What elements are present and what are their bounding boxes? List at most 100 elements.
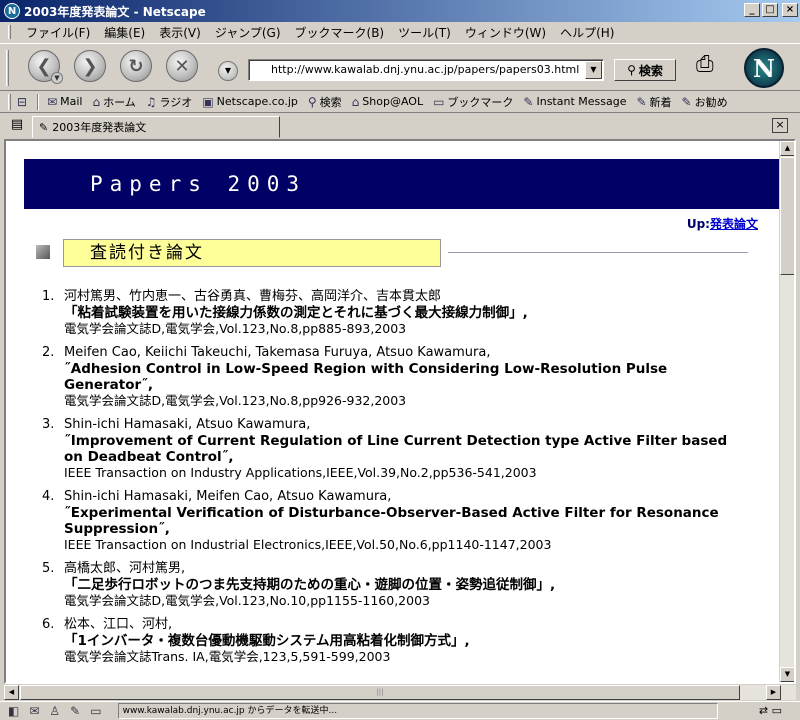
list-item: 1. 河村篤男、竹内恵一、古谷勇真、曹梅芬、高岡洋介、吉本貫太郎 「粘着試験装置… <box>28 289 748 337</box>
composer-icon[interactable]: ✎ <box>70 704 80 718</box>
list-item: 2. Meifen Cao, Keiichi Takeuchi, Takemas… <box>28 345 748 409</box>
mail-icon: ✉ <box>47 94 58 109</box>
scroll-down-button[interactable]: ▼ <box>780 667 794 682</box>
personal-item-instant-message[interactable]: ✎ Instant Message <box>523 95 626 109</box>
section-heading: 査読付き論文 <box>63 239 441 267</box>
back-button[interactable]: ❮ ▼ <box>28 50 63 84</box>
list-item: 3. Shin-ichi Hamasaki, Atsuo Kawamura, ˝… <box>28 417 748 481</box>
menu-edit[interactable]: 編集(E) <box>97 24 152 41</box>
scroll-up-button[interactable]: ▲ <box>780 141 794 156</box>
list-item: 6. 松本、江口、河村, 「1インバータ・複数台優動機駆動システム用高粘着化制御… <box>28 617 748 665</box>
item-number: 5. <box>42 561 55 576</box>
personal-item-mail[interactable]: ✉ Mail <box>47 95 82 109</box>
window-title: 2003年度発表論文 - Netscape <box>24 4 206 19</box>
personal-item-radio[interactable]: ♫ ラジオ <box>146 94 193 110</box>
paper-title: 「1インバータ・複数台優動機駆動システム用高粘着化制御方式」, <box>64 633 470 649</box>
paper-authors: 河村篤男、竹内恵一、古谷勇真、曹梅芬、高岡洋介、吉本貫太郎 <box>64 289 442 304</box>
personal-item-bookmarks[interactable]: ▭ ブックマーク <box>433 94 513 110</box>
link-icon: ✎ <box>681 94 692 109</box>
menu-file[interactable]: ファイル(F) <box>19 24 97 41</box>
paper-authors: 松本、江口、河村, <box>64 617 173 632</box>
search-button[interactable]: ⚲ 検索 <box>614 59 676 81</box>
personal-item-new[interactable]: ✎ 新着 <box>636 94 671 110</box>
scroll-left-button[interactable]: ◀ <box>4 685 19 700</box>
item-number: 4. <box>42 489 55 504</box>
personal-item-recommended[interactable]: ✎ お勧め <box>682 94 728 110</box>
sidebar-toggle-button[interactable]: ⊟ <box>17 95 27 109</box>
up-link[interactable]: 発表論文 <box>710 217 758 231</box>
scroll-right-button[interactable]: ▶ <box>766 685 781 700</box>
paper-venue: 電気学会論文誌Trans. IA,電気学会,123,5,591-599,2003 <box>64 649 391 664</box>
list-item: 5. 高橋太郎、河村篤男, 「二足歩行ロボットのつま先支持期のための重心・遊脚の… <box>28 561 748 609</box>
new-tab-icon[interactable]: ▤ <box>8 117 26 135</box>
menu-help[interactable]: ヘルプ(H) <box>553 24 621 41</box>
maximize-button[interactable]: □ <box>762 3 778 17</box>
tab-current[interactable]: ✎ 2003年度発表論文 <box>32 116 280 138</box>
up-label: Up: <box>686 217 710 231</box>
forward-button[interactable]: ❯ <box>74 50 106 82</box>
personal-item-netscape[interactable]: ▣ Netscape.co.jp <box>202 95 298 109</box>
item-number: 1. <box>42 289 55 304</box>
paper-authors: 高橋太郎、河村篤男, <box>64 561 186 576</box>
vertical-scrollbar[interactable]: ▲ ▼ <box>779 141 794 682</box>
item-number: 2. <box>42 345 55 360</box>
back-dropdown-icon[interactable]: ▼ <box>51 72 63 84</box>
menu-view[interactable]: 表示(V) <box>152 24 208 41</box>
content-frame: Papers 2003 Up:発表論文 査読付き論文 1. 河村篤男、竹内恵一、… <box>4 139 796 684</box>
mail-icon[interactable]: ✉ <box>29 704 39 718</box>
reload-icon: ↻ <box>128 55 144 77</box>
paper-title: 「粘着試験装置を用いた接線力係数の測定とそれに基づく最大接線力制御」, <box>64 305 528 321</box>
paper-authors: Shin-ichi Hamasaki, Atsuo Kawamura, <box>64 417 311 432</box>
title-bar: N 2003年度発表論文 - Netscape _ □ × <box>0 0 800 22</box>
aim-icon[interactable]: ♙ <box>49 704 60 718</box>
netscape-app-icon[interactable]: N <box>4 3 20 19</box>
netscape-icon: ▣ <box>202 94 214 109</box>
connection-icon: ⇄ ▭ <box>758 704 782 717</box>
close-window-button[interactable]: × <box>782 3 798 17</box>
navigation-toolbar: ❮ ▼ ❯ ↻ ✕ ▼ ▼ ⚲ 検索 ⎙ N <box>0 43 800 91</box>
up-navigation: Up:発表論文 <box>6 215 758 232</box>
personal-item-shop[interactable]: ⌂ Shop@AOL <box>352 95 423 109</box>
navigator-icon[interactable]: ◧ <box>8 704 19 718</box>
paper-title: ˝Experimental Verification of Disturbanc… <box>64 505 719 537</box>
menu-window[interactable]: ウィンドウ(W) <box>458 24 553 41</box>
paper-authors: Meifen Cao, Keiichi Takeuchi, Takemasa F… <box>64 345 491 360</box>
vertical-scroll-thumb[interactable] <box>780 157 794 275</box>
nav-grip[interactable] <box>6 50 9 86</box>
item-number: 6. <box>42 617 55 632</box>
personal-item-home[interactable]: ⌂ ホーム <box>92 94 135 110</box>
paper-title: 「二足歩行ロボットのつま先支持期のための重心・遊脚の位置・姿勢追従制御」, <box>64 577 556 593</box>
personal-item-search[interactable]: ⚲ 検索 <box>308 94 342 110</box>
tab-bar: ▤ ✎ 2003年度発表論文 × <box>0 114 800 138</box>
menu-bookmarks[interactable]: ブックマーク(B) <box>288 24 392 41</box>
menu-bar: ファイル(F) 編集(E) 表示(V) ジャンプ(G) ブックマーク(B) ツー… <box>0 22 800 42</box>
horizontal-scroll-thumb[interactable]: ||| <box>20 685 740 700</box>
paper-venue: 電気学会論文誌D,電気学会,Vol.123,No.8,pp885-893,200… <box>64 321 407 336</box>
status-text: www.kawalab.dnj.ynu.ac.jp からデータを転送中... <box>117 703 718 719</box>
paper-venue: 電気学会論文誌D,電気学会,Vol.123,No.8,pp926-932,200… <box>64 393 407 408</box>
reload-button[interactable]: ↻ <box>120 50 152 82</box>
close-tab-button[interactable]: × <box>772 118 788 133</box>
paper-venue: 電気学会論文誌D,電気学会,Vol.123,No.10,pp1155-1160,… <box>64 593 430 608</box>
netscape-logo[interactable]: N <box>744 48 784 88</box>
paper-venue: IEEE Transaction on Industry Application… <box>64 465 537 480</box>
stop-button[interactable]: ✕ <box>166 50 198 82</box>
personal-grip[interactable] <box>8 93 11 110</box>
url-input[interactable] <box>249 60 579 78</box>
url-dropdown-icon[interactable]: ▼ <box>585 61 602 79</box>
horizontal-scrollbar[interactable]: ◀ ||| ▶ <box>4 684 796 700</box>
minimize-button[interactable]: _ <box>744 3 760 17</box>
forward-arrow-icon: ❯ <box>82 55 98 77</box>
page-icon: ✎ <box>39 120 49 134</box>
url-bar[interactable]: ▼ <box>248 59 604 81</box>
address-book-icon[interactable]: ▭ <box>90 704 101 718</box>
menu-tools[interactable]: ツール(T) <box>391 24 458 41</box>
paper-list: 1. 河村篤男、竹内恵一、古谷勇真、曹梅芬、高岡洋介、吉本貫太郎 「粘着試験装置… <box>28 289 748 673</box>
menu-go[interactable]: ジャンプ(G) <box>208 24 288 41</box>
print-icon[interactable]: ⎙ <box>696 52 726 78</box>
menu-grip[interactable] <box>8 25 11 39</box>
section-bullet-icon <box>36 245 50 259</box>
search-icon: ⚲ <box>307 94 317 109</box>
shop-icon: ⌂ <box>351 94 360 109</box>
history-dropdown-icon[interactable]: ▼ <box>218 61 238 81</box>
